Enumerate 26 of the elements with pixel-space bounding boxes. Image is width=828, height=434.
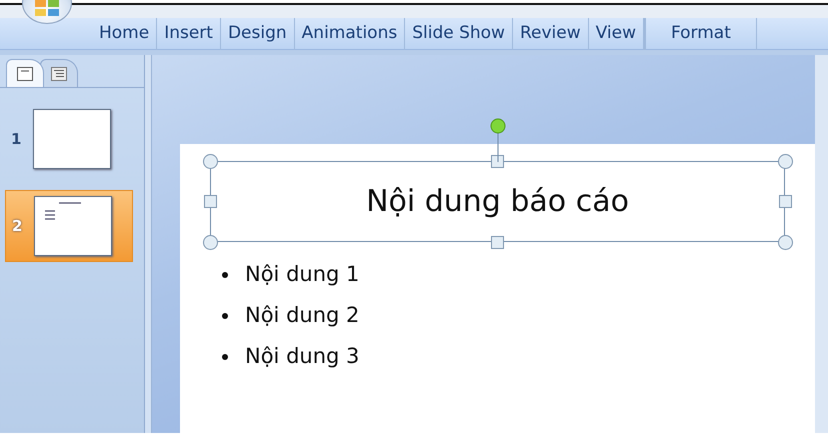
bullet-icon	[222, 354, 228, 360]
slide-number: 1	[11, 128, 22, 150]
bullet-icon	[222, 272, 228, 278]
resize-handle[interactable]	[491, 154, 504, 168]
bullet-icon	[222, 312, 228, 318]
resize-handle[interactable]	[204, 195, 216, 208]
outline-icon	[51, 66, 67, 80]
splitter-bar[interactable]	[145, 55, 152, 433]
bullet-text[interactable]: Nội dung 3	[245, 340, 360, 372]
panel-tab[interactable]	[6, 59, 44, 87]
office-logo-icon	[34, 0, 60, 17]
slide-icon	[17, 66, 33, 80]
bullet-text[interactable]: Nội dung 2	[245, 300, 360, 332]
scroll-bar[interactable]	[815, 55, 828, 433]
bullet-text[interactable]: Nội dung 1	[245, 258, 360, 290]
resize-handle[interactable]	[202, 154, 218, 168]
resize-handle[interactable]	[778, 154, 792, 168]
resize-handle[interactable]	[778, 195, 792, 208]
slide-title[interactable]: Nội dung báo cáo	[366, 179, 629, 224]
resize-handle[interactable]	[778, 234, 792, 250]
resize-handle[interactable]	[202, 234, 218, 250]
slide-thumbnail-row[interactable]: 1	[5, 103, 133, 175]
slide-number: 2	[12, 216, 24, 237]
panel-tab[interactable]	[40, 59, 78, 87]
resize-handle[interactable]	[491, 236, 504, 248]
rotate-handle[interactable]	[490, 118, 506, 162]
